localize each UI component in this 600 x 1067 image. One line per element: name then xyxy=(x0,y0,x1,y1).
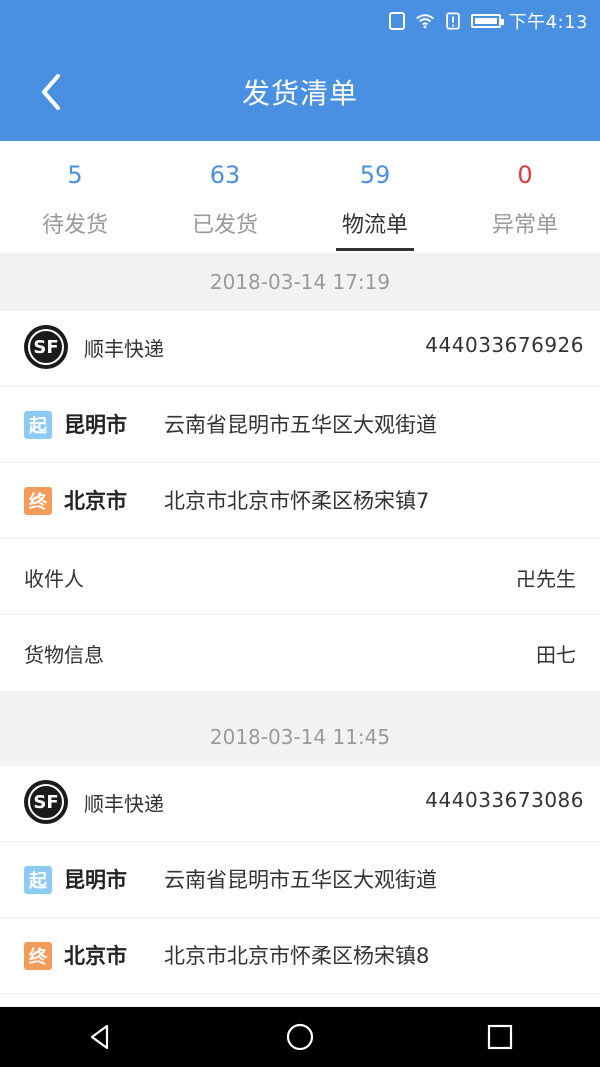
home-circle-icon xyxy=(286,1023,314,1051)
recipient-label: 收件人 xyxy=(24,567,84,591)
tracking-number: 444033673086 xyxy=(425,788,584,812)
nav-home-button[interactable] xyxy=(270,1007,330,1067)
recipient-value: 卍先生 xyxy=(516,567,576,591)
page-title: 发货清单 xyxy=(241,77,358,110)
status-time: 下午4:13 xyxy=(508,12,588,33)
destination-badge-icon: 终 xyxy=(24,487,52,515)
tab-underline xyxy=(336,248,414,251)
origin-badge-icon: 起 xyxy=(24,866,52,894)
origin-badge-icon: 起 xyxy=(24,411,52,439)
partial-row xyxy=(0,994,600,1006)
origin-city: 昆明市 xyxy=(64,413,127,437)
goods-value: 田七 xyxy=(536,643,576,667)
app-bar: 下午4:13 发货清单 xyxy=(0,0,600,141)
tab-count: 0 xyxy=(517,161,533,189)
shipment-card[interactable]: SF 顺丰快递 444033673086 起 昆明市 云南省昆明市五华区大观街道… xyxy=(0,766,600,1006)
origin-row: 起 昆明市 云南省昆明市五华区大观街道 xyxy=(0,842,600,918)
carrier-row: SF 顺丰快递 444033673086 xyxy=(0,766,600,842)
origin-address: 云南省昆明市五华区大观街道 xyxy=(164,413,437,437)
destination-address: 北京市北京市怀柔区杨宋镇7 xyxy=(164,489,430,513)
shipment-date: 2018-03-14 17:19 xyxy=(209,270,391,294)
status-bar: 下午4:13 xyxy=(387,8,588,34)
tab-label: 物流单 xyxy=(341,213,408,238)
tab-label: 已发货 xyxy=(191,213,258,238)
origin-address: 云南省昆明市五华区大观街道 xyxy=(164,868,437,892)
nav-recents-button[interactable] xyxy=(470,1007,530,1067)
tab-pending[interactable]: 5 待发货 xyxy=(0,141,150,253)
carrier-row: SF 顺丰快递 444033676926 xyxy=(0,311,600,387)
tab-count: 63 xyxy=(209,161,241,189)
destination-row: 终 北京市 北京市北京市怀柔区杨宋镇8 xyxy=(0,918,600,994)
shipment-date: 2018-03-14 11:45 xyxy=(209,725,391,749)
tab-count: 59 xyxy=(359,161,391,189)
sim-alert-icon xyxy=(443,11,463,31)
recipient-row: 收件人 卍先生 xyxy=(0,539,600,615)
carrier-name: 顺丰快递 xyxy=(84,337,164,361)
tracking-number: 444033676926 xyxy=(425,333,584,357)
tab-shipped[interactable]: 63 已发货 xyxy=(150,141,300,253)
destination-city: 北京市 xyxy=(64,489,127,513)
shipment-card[interactable]: SF 顺丰快递 444033676926 起 昆明市 云南省昆明市五华区大观街道… xyxy=(0,311,600,691)
destination-row: 终 北京市 北京市北京市怀柔区杨宋镇7 xyxy=(0,463,600,539)
goods-row: 货物信息 田七 xyxy=(0,615,600,691)
goods-label: 货物信息 xyxy=(24,643,104,667)
destination-badge-icon: 终 xyxy=(24,942,52,970)
tab-logistics[interactable]: 59 物流单 xyxy=(300,141,450,253)
origin-row: 起 昆明市 云南省昆明市五华区大观街道 xyxy=(0,387,600,463)
sf-express-logo-icon: SF xyxy=(24,780,68,824)
recents-square-icon xyxy=(487,1024,513,1050)
wifi-icon xyxy=(415,11,435,31)
origin-city: 昆明市 xyxy=(64,868,127,892)
destination-address: 北京市北京市怀柔区杨宋镇8 xyxy=(164,944,430,968)
tab-bar: 5 待发货 63 已发货 59 物流单 0 异常单 xyxy=(0,141,600,253)
sf-express-logo-icon: SF xyxy=(24,325,68,369)
back-triangle-icon xyxy=(90,1024,109,1050)
battery-icon xyxy=(470,14,504,28)
tab-count: 5 xyxy=(67,161,83,189)
system-nav-bar xyxy=(0,1007,600,1067)
vibrate-icon xyxy=(387,11,407,31)
destination-city: 北京市 xyxy=(64,944,127,968)
tab-label: 待发货 xyxy=(41,213,108,238)
tab-abnormal[interactable]: 0 异常单 xyxy=(450,141,600,253)
tab-label: 异常单 xyxy=(491,213,558,238)
carrier-name: 顺丰快递 xyxy=(84,792,164,816)
nav-back-button[interactable] xyxy=(70,1007,130,1067)
